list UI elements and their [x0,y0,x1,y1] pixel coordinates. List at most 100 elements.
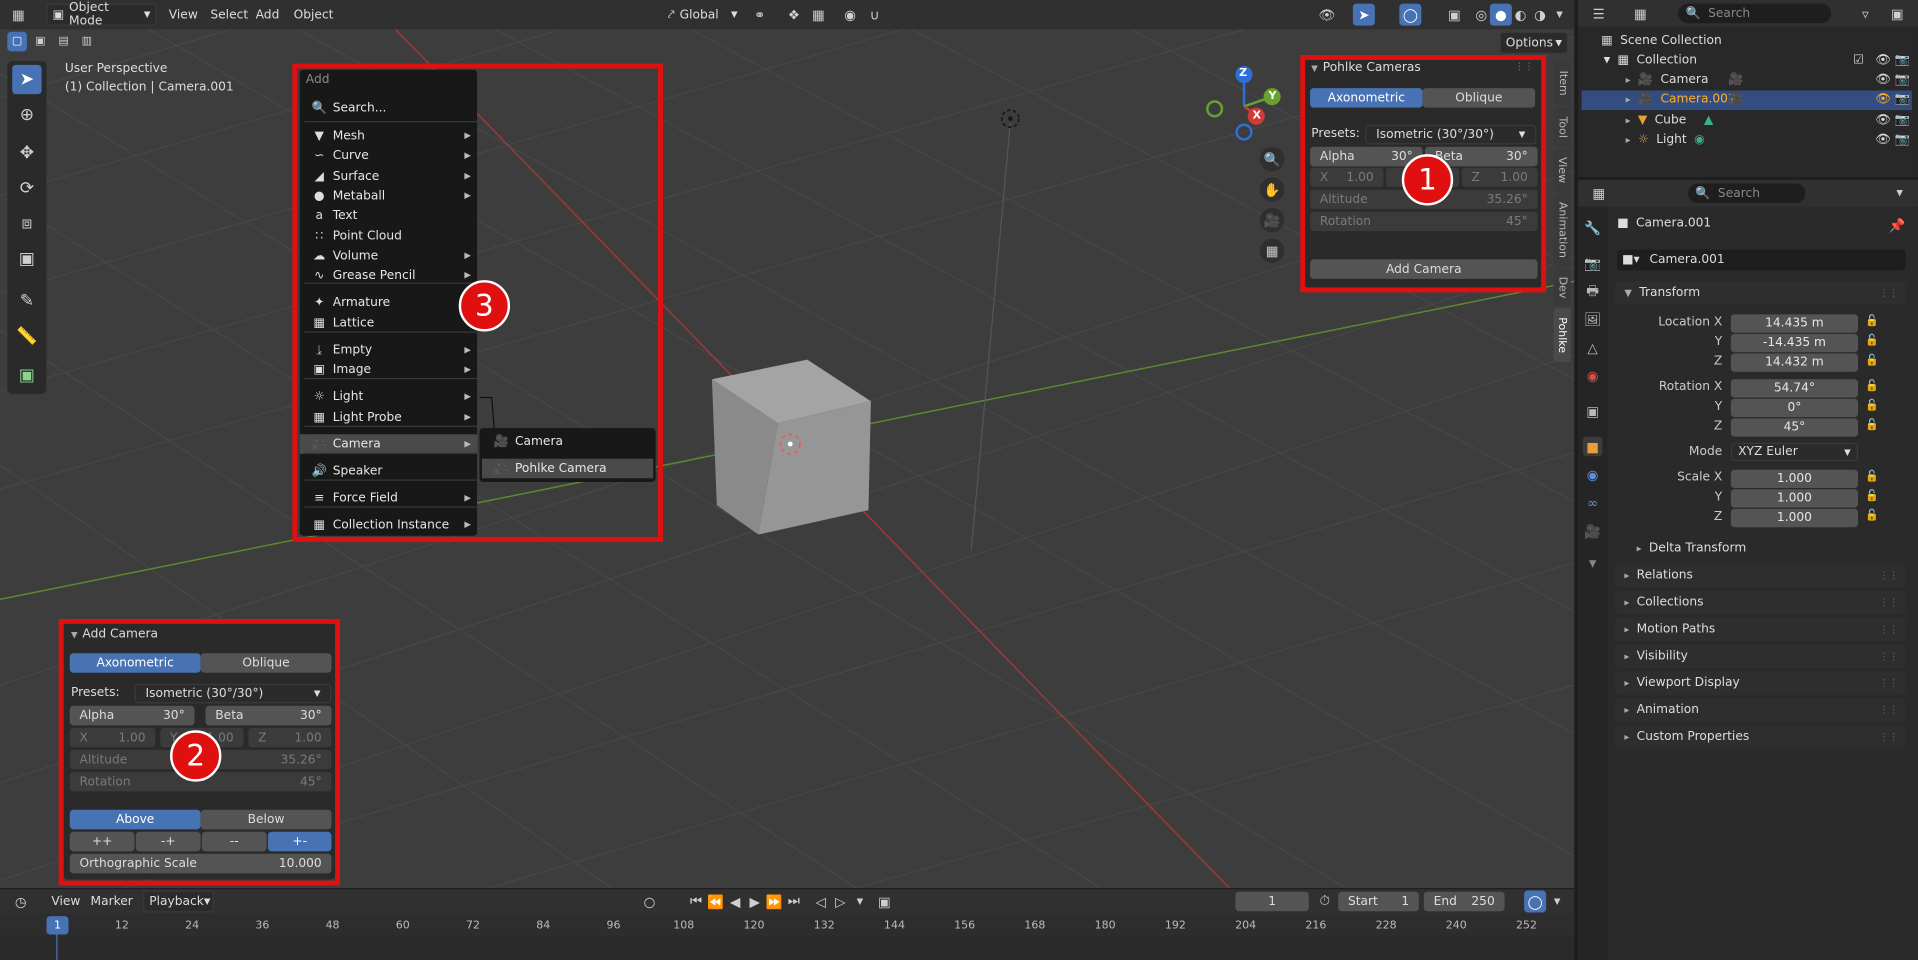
add-cube-tool-icon[interactable]: ▣ [12,361,41,390]
eye-icon[interactable]: 👁 [1875,133,1891,146]
outliner-item-light[interactable]: ▸ ☼ Light ◉ 👁 📷 [1582,130,1912,150]
cursor-tool-icon[interactable]: ⊕ [12,100,41,129]
section-relations[interactable]: ▸ Relations ⋮⋮ [1614,563,1906,588]
move-tool-icon[interactable]: ✥ [12,138,41,167]
tab-animation[interactable]: Animation [1553,193,1571,267]
submenu-pohlke-camera[interactable]: 🎥 Pohlke Camera [481,458,654,479]
transform-section-header[interactable]: ▼ Transform ⋮⋮ [1614,281,1906,305]
menu-item-force-field[interactable]: ≡ Force Field ▶ [300,488,477,508]
lock-icon[interactable]: 🔓 [1865,510,1879,522]
falloff-icon[interactable]: ∪ [864,4,886,26]
x-field[interactable]: X 1.00 [69,727,156,748]
menu-add[interactable]: Add [251,4,284,26]
record-icon[interactable]: ○ [639,890,661,912]
orientation-dropdown[interactable]: ⤤ Global ▼ [663,4,743,26]
world-props-icon[interactable]: ◉ [1583,366,1603,386]
below-button[interactable]: Below [200,809,332,830]
tab-dev[interactable]: Dev [1553,269,1571,306]
timeline-menu-marker[interactable]: Marker [86,890,138,912]
menu-item-armature[interactable]: ✦ Armature [300,292,477,312]
light-data-icon[interactable]: ◉ [1694,133,1705,146]
start-frame-field[interactable]: Start 1 [1338,891,1419,912]
shading-options-icon[interactable]: ▼ [1549,4,1571,26]
display-mode-icon[interactable]: ▦ [1629,2,1651,24]
render-props-icon[interactable]: 📷 [1583,253,1603,273]
section-custom-properties[interactable]: ▸ Custom Properties ⋮⋮ [1614,725,1906,749]
eye-icon[interactable]: 👁 [1875,113,1891,126]
add-camera-button[interactable]: Add Camera [1310,259,1538,279]
timeline-menu-view[interactable]: View [46,890,85,912]
render-camera-icon[interactable]: 📷 [1895,133,1910,146]
select-invert-icon[interactable]: ▥ [77,32,97,52]
datablock-field[interactable]: ■▾ Camera.001 [1617,249,1906,271]
section-visibility[interactable]: ▸ Visibility ⋮⋮ [1614,644,1906,668]
overlay-toggle-icon[interactable]: ◯ [1399,3,1422,26]
lock-icon[interactable]: 🔓 [1865,316,1879,328]
camera-view-icon[interactable]: 🎥 [1259,207,1285,233]
data-props-icon[interactable]: 🎥 [1583,521,1603,541]
above-button[interactable]: Above [69,809,201,830]
options-dropdown[interactable]: Options ▼ [1499,31,1569,54]
tool-props-icon[interactable]: 🔧 [1583,218,1603,238]
filter-icon[interactable]: ▿ [1854,2,1876,24]
menu-item-volume[interactable]: ☁ Volume ▶ [300,246,477,266]
render-camera-icon[interactable]: 📷 [1895,113,1910,126]
scale-x-field[interactable]: 1.000 [1730,469,1859,489]
lock-icon[interactable]: 🔓 [1865,335,1879,347]
rotation-z-field[interactable]: 45° [1730,418,1859,437]
section-animation[interactable]: ▸ Animation ⋮⋮ [1614,698,1906,722]
tab-axonometric[interactable]: Axonometric [1310,88,1423,108]
scene-props-icon[interactable]: △ [1583,338,1603,358]
alpha-field[interactable]: Alpha 30° [1310,146,1423,167]
playback-dropdown[interactable]: Playback ▼ [143,890,215,913]
outliner-search[interactable]: 🔍 Search [1678,3,1832,24]
delta-transform-header[interactable]: ▸ Delta Transform [1637,542,1747,555]
zoom-icon[interactable]: 🔍 [1259,146,1285,172]
rotation-mode-dropdown[interactable]: XYZ Euler ▼ [1730,442,1859,462]
timer-icon[interactable]: ⏱ [1314,890,1336,912]
section-motion-paths[interactable]: ▸ Motion Paths ⋮⋮ [1614,617,1906,641]
more-tabs-icon[interactable]: ▼ [1583,553,1603,573]
select-new-icon[interactable]: ▢ [7,31,27,52]
location-y-field[interactable]: -14.435 m [1730,333,1859,353]
menu-select[interactable]: Select [205,4,253,26]
object-props-icon[interactable]: ■ [1582,436,1603,457]
lock-icon[interactable]: 🔓 [1865,380,1879,392]
chevron-right-icon[interactable]: ▸ [1626,114,1631,125]
proportional-edit-icon[interactable]: ◉ [839,4,861,26]
menu-item-speaker[interactable]: 🔊 Speaker [300,461,477,481]
sign-mp-button[interactable]: -+ [135,831,201,852]
menu-item-light[interactable]: ☼ Light ▶ [300,387,477,407]
tab-tool[interactable]: Tool [1553,107,1571,147]
tab-view[interactable]: View [1553,149,1571,191]
drag-handle-icon[interactable]: ⋮⋮ [1514,61,1534,72]
submenu-camera[interactable]: 🎥 Camera [482,432,653,452]
editor-type-icon[interactable]: ☰ [1588,2,1610,24]
tab-pohlke[interactable]: Pohlke [1553,308,1571,363]
lock-icon[interactable]: 🔓 [1865,420,1879,432]
pin-icon[interactable]: 📌 [1886,214,1908,236]
render-camera-icon[interactable]: 📷 [1895,93,1910,106]
end-frame-field[interactable]: End 250 [1423,891,1505,912]
tab-item[interactable]: Item [1553,61,1571,106]
keying-dropdown-icon[interactable]: ▼ [849,890,871,912]
visibility-icon[interactable]: 👁 [1316,4,1338,26]
render-camera-icon[interactable]: 📷 [1895,53,1910,66]
render-camera-icon[interactable]: 📷 [1895,73,1910,86]
location-x-field[interactable]: 14.435 m [1730,314,1859,333]
menu-item-text[interactable]: a Text [300,205,477,225]
jump-end-icon[interactable]: ⏭ [783,890,805,912]
editor-type-icon[interactable]: ▦ [7,4,29,26]
eye-icon[interactable]: 👁 [1875,53,1891,66]
lock-icon[interactable]: 🔓 [1865,355,1879,367]
pivot-icon[interactable]: ⚭ [749,4,771,26]
gizmo-toggle-icon[interactable]: ➤ [1352,3,1375,26]
menu-item-surface[interactable]: ◢ Surface ▶ [300,166,477,186]
alpha-field[interactable]: Alpha 30° [69,705,195,726]
orthographic-scale-field[interactable]: Orthographic Scale 10.000 [69,853,332,874]
chevron-right-icon[interactable]: ▸ [1626,94,1631,105]
3d-viewport[interactable]: ▦ ▣ Object Mode ▼ View Select Add Object… [0,0,1575,889]
menu-search[interactable]: 🔍 Search... [300,98,477,118]
tab-oblique[interactable]: Oblique [1422,88,1536,108]
tab-oblique[interactable]: Oblique [200,653,332,673]
